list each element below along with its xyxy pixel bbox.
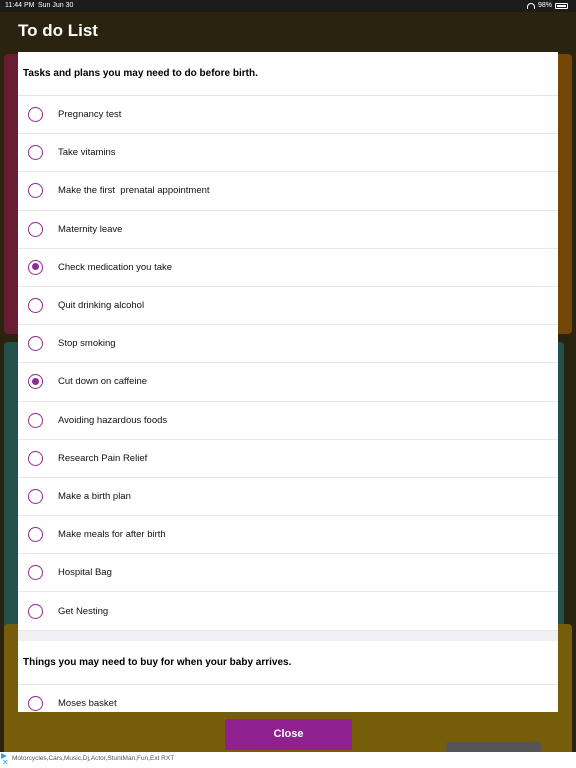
status-time: 11:44 PM: [5, 2, 35, 9]
radio-unchecked-icon[interactable]: [28, 336, 43, 352]
todo-item-label: Check medication you take: [58, 261, 173, 273]
todo-item[interactable]: Hospital Bag: [18, 554, 558, 593]
radio-unchecked-icon[interactable]: [28, 107, 43, 123]
todo-item-label: Make meals for after birth: [58, 529, 166, 541]
battery-percent: 98%: [537, 2, 552, 9]
radio-unchecked-icon[interactable]: [28, 450, 43, 466]
radio-unchecked-icon[interactable]: [28, 221, 43, 237]
todo-item[interactable]: Make meals for after birth: [18, 516, 558, 555]
status-right: 98%: [526, 0, 568, 12]
radio-unchecked-icon[interactable]: [28, 145, 43, 161]
todo-item-label: Stop smoking: [58, 338, 116, 350]
ad-banner[interactable]: ✕ Motorcycles,Cars,Music,Dj,Actor,StuntM…: [0, 752, 576, 768]
radio-unchecked-icon[interactable]: [28, 412, 43, 428]
todo-item-label: Research Pain Relief: [58, 452, 148, 464]
todo-item-label: Take vitamins: [58, 147, 116, 159]
todo-item[interactable]: Pregnancy test: [18, 96, 558, 135]
todo-item[interactable]: Get Nesting: [18, 592, 558, 631]
close-button[interactable]: Close: [225, 719, 352, 750]
radio-checked-icon[interactable]: [28, 259, 43, 275]
todo-item-label: Hospital Bag: [58, 567, 112, 579]
modal-title: To do List: [18, 21, 98, 40]
radio-unchecked-icon[interactable]: [28, 603, 43, 619]
battery-icon: [555, 3, 568, 9]
todo-item-label: Get Nesting: [58, 605, 109, 617]
todo-item-label: Make a birth plan: [58, 490, 131, 502]
todo-item[interactable]: Avoiding hazardous foods: [18, 402, 558, 440]
todo-item[interactable]: Make the first prenatal appointment: [18, 172, 558, 211]
radio-unchecked-icon[interactable]: [28, 565, 43, 581]
todo-item[interactable]: Take vitamins: [18, 134, 558, 173]
todo-item-label: Avoiding hazardous foods: [58, 414, 168, 426]
status-bar: 11:44 PM Sun Jun 30 98%: [0, 0, 576, 12]
radio-unchecked-icon[interactable]: [28, 298, 43, 314]
todo-list-panel[interactable]: Tasks and plans you may need to do befor…: [18, 52, 558, 712]
radio-unchecked-icon[interactable]: [28, 183, 43, 199]
todo-item[interactable]: Stop smoking: [18, 325, 558, 364]
todo-item-label: Cut down on caffeine: [58, 376, 148, 388]
section-header: Tasks and plans you may need to do befor…: [18, 52, 558, 96]
todo-item-label: Quit drinking alcohol: [58, 300, 145, 312]
section-divider: [18, 630, 558, 641]
ad-close-icon[interactable]: ✕: [2, 759, 9, 767]
todo-item[interactable]: Cut down on caffeine: [18, 363, 558, 402]
radio-unchecked-icon[interactable]: [28, 488, 43, 504]
todo-item[interactable]: Check medication you take: [18, 249, 558, 287]
todo-item-label: Pregnancy test: [58, 109, 122, 121]
todo-item[interactable]: Moses basket: [18, 685, 558, 712]
radio-unchecked-icon[interactable]: [28, 527, 43, 543]
ad-text[interactable]: Motorcycles,Cars,Music,Dj,Actor,StuntMan…: [12, 755, 174, 762]
todo-item[interactable]: Research Pain Relief: [18, 440, 558, 478]
status-date: Sun Jun 30: [38, 2, 74, 9]
todo-item-label: Moses basket: [58, 697, 117, 709]
todo-item[interactable]: Maternity leave: [18, 211, 558, 249]
radio-unchecked-icon[interactable]: [28, 695, 43, 711]
todo-item[interactable]: Quit drinking alcohol: [18, 287, 558, 326]
wifi-icon: [526, 3, 535, 9]
section-header: Things you may need to buy for when your…: [18, 641, 558, 685]
todo-item-label: Maternity leave: [58, 223, 123, 235]
radio-checked-icon[interactable]: [28, 374, 43, 390]
todo-item[interactable]: Make a birth plan: [18, 478, 558, 517]
todo-item-label: Make the first prenatal appointment: [58, 185, 210, 197]
